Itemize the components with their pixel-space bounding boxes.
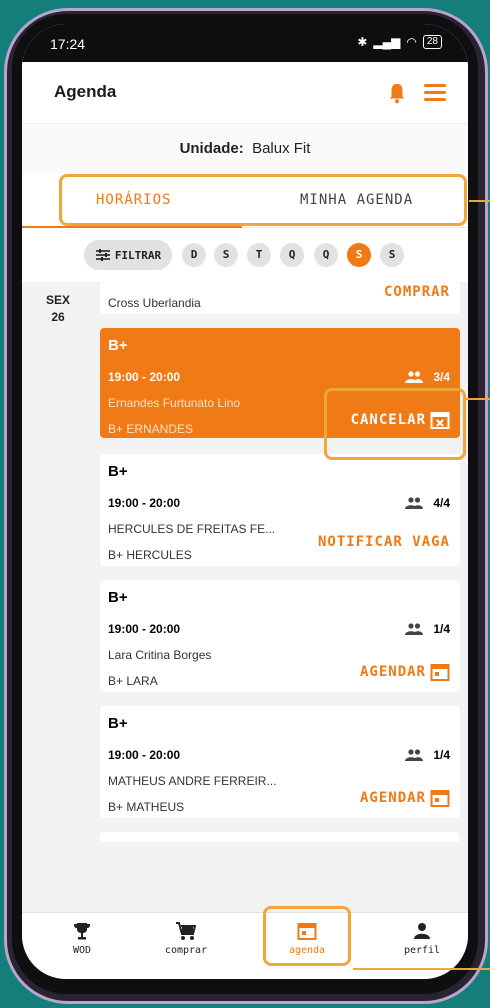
menu-icon[interactable] <box>424 84 446 102</box>
capacity-count: 1/4 <box>433 748 450 762</box>
card-name: Lara Critina Borges <box>108 648 212 662</box>
tab-bar: HORÁRIOS MINHA AGENDA <box>22 174 468 228</box>
card-class: B+ LARA <box>108 674 158 688</box>
filter-label: FILTRAR <box>114 248 162 262</box>
cancel-annotation-box <box>324 388 466 460</box>
status-icons: ✱ ▂▄▆ ◠ 28 <box>357 35 442 49</box>
class-card-partial[interactable]: Cross Uberlandia COMPRAR <box>100 282 460 314</box>
schedule-label: AGENDAR <box>359 664 426 680</box>
tab-active-indicator <box>22 226 242 228</box>
card-capacity: 1/4 <box>405 748 450 762</box>
card-time: 19:00 - 20:00 <box>108 370 181 384</box>
person-icon <box>414 923 430 939</box>
day-chip-saturday[interactable]: S <box>380 243 404 267</box>
trophy-icon <box>74 923 90 940</box>
nav-label: comprar <box>164 945 208 956</box>
card-name: HERCULES DE FREITAS FE... <box>108 522 276 536</box>
unit-value: Balux Fit <box>252 140 311 157</box>
battery-icon: 28 <box>422 35 442 49</box>
calendar-icon <box>430 790 450 807</box>
card-capacity: 4/4 <box>405 496 450 510</box>
card-capacity: 1/4 <box>405 622 450 636</box>
card-time: 19:00 - 20:00 <box>108 496 181 510</box>
status-time: 17:24 <box>50 36 86 52</box>
card-title: B+ <box>108 463 128 480</box>
cancel-pointer-line <box>466 398 490 400</box>
filter-sliders-icon <box>95 249 110 261</box>
card-name: Ernandes Furtunato Lino <box>108 396 241 410</box>
class-card[interactable]: B+ 19:00 - 20:00 Lara Critina Borges B+ … <box>100 580 460 692</box>
notify-vacancy-button[interactable]: NOTIFICAR VAGA <box>318 534 450 550</box>
filter-button[interactable]: FILTRAR <box>84 240 172 270</box>
tabs-annotation-box <box>59 174 467 226</box>
page-title: Agenda <box>54 82 117 101</box>
date-day: 26 <box>51 310 65 324</box>
capacity-count: 4/4 <box>433 496 450 510</box>
nav-annotation-box <box>263 906 351 966</box>
filter-bar: FILTRAR D S T Q Q S S <box>22 229 468 281</box>
day-chip-friday[interactable]: S <box>347 243 371 267</box>
card-class: B+ MATHEUS <box>108 800 185 814</box>
day-chip-sunday[interactable]: D <box>182 243 206 267</box>
app-screen: 17:24 ✱ ▂▄▆ ◠ 28 Agenda Unidade: Balux F… <box>22 24 468 979</box>
app-header: Agenda <box>22 62 468 124</box>
capacity-count: 3/4 <box>433 370 450 384</box>
capacity-count: 1/4 <box>433 622 450 636</box>
people-icon <box>405 623 424 635</box>
unit-selector[interactable]: Unidade: Balux Fit <box>22 124 468 174</box>
card-time: 19:00 - 20:00 <box>108 748 181 762</box>
people-icon <box>405 749 424 761</box>
date-weekday: SEX <box>45 293 70 307</box>
day-chip-thursday[interactable]: Q <box>314 243 338 267</box>
status-bar: 17:24 ✱ ▂▄▆ ◠ 28 <box>22 24 468 62</box>
schedule-button[interactable]: AGENDAR <box>360 788 450 808</box>
nav-label: perfil <box>403 945 441 956</box>
card-title: B+ <box>108 715 128 732</box>
card-name: Cross Uberlandia <box>108 296 201 310</box>
day-chip-tuesday[interactable]: T <box>247 243 271 267</box>
card-title: B+ <box>108 589 128 606</box>
day-chip-monday[interactable]: S <box>214 243 238 267</box>
calendar-icon <box>430 664 450 681</box>
signal-icon: ▂▄▆ <box>373 35 401 49</box>
bluetooth-icon: ✱ <box>357 35 368 49</box>
tabs-pointer-line <box>469 200 490 202</box>
buy-button[interactable]: COMPRAR <box>384 284 450 300</box>
wifi-icon: ◠ <box>406 35 417 49</box>
people-icon <box>405 371 424 383</box>
class-card-partial[interactable] <box>100 832 460 842</box>
day-chip-wednesday[interactable]: Q <box>280 243 304 267</box>
class-card[interactable]: B+ 19:00 - 20:00 MATHEUS ANDRE FERREIR..… <box>100 706 460 818</box>
card-name: MATHEUS ANDRE FERREIR... <box>108 774 277 788</box>
schedule-list: SEX 26 Cross Uberlandia COMPRAR B+ 19:00… <box>22 282 468 912</box>
card-capacity: 3/4 <box>405 370 450 384</box>
cart-icon <box>176 922 197 940</box>
class-card[interactable]: B+ 19:00 - 20:00 HERCULES DE FREITAS FE.… <box>100 454 460 566</box>
nav-pointer-line <box>353 968 490 970</box>
nav-comprar[interactable]: comprar <box>146 921 226 956</box>
card-class: B+ ERNANDES <box>108 422 194 436</box>
card-title: B+ <box>108 337 128 354</box>
nav-perfil[interactable]: perfil <box>382 921 462 956</box>
card-time: 19:00 - 20:00 <box>108 622 181 636</box>
date-label: SEX 26 <box>36 292 80 326</box>
schedule-label: AGENDAR <box>359 790 426 806</box>
bell-icon[interactable] <box>386 81 408 105</box>
nav-wod[interactable]: WOD <box>42 921 122 956</box>
unit-label: Unidade: <box>179 140 244 157</box>
schedule-button[interactable]: AGENDAR <box>360 662 450 682</box>
card-class: B+ HERCULES <box>108 548 192 562</box>
people-icon <box>405 497 424 509</box>
nav-label: WOD <box>72 945 92 956</box>
